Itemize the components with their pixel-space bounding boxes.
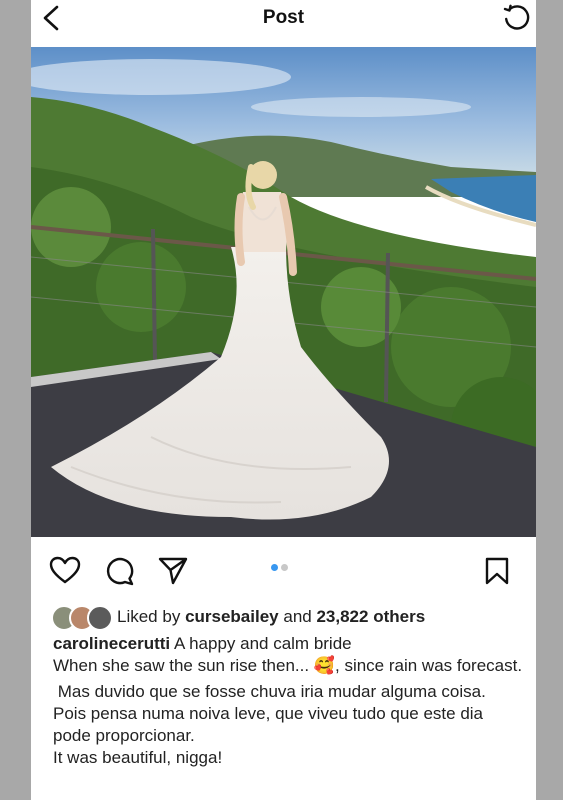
avatar [87, 605, 113, 631]
caption-line1-end: , since rain was forecast. [335, 656, 523, 675]
caption-paragraph-3: It was beautiful, nigga! [53, 748, 223, 767]
post-actions [31, 537, 536, 603]
smiling-hearts-emoji: 🥰 [313, 656, 335, 675]
page-title: Post [262, 7, 305, 28]
heart-icon[interactable] [49, 556, 81, 584]
likes-and: and [283, 607, 312, 626]
caption-username[interactable]: carolinecerutti [53, 634, 170, 653]
refresh-button[interactable] [502, 4, 530, 32]
liker-avatars[interactable] [51, 604, 113, 631]
share-icon[interactable] [158, 557, 188, 585]
wedding-dress-photo [31, 47, 536, 537]
comment-icon[interactable] [105, 556, 135, 586]
caption-headline: A happy and calm bride [173, 634, 352, 653]
refresh-icon [503, 4, 530, 30]
likes-text: Liked by cursebailey and 23,822 others [117, 607, 425, 627]
caption-paragraph-2: Mas duvido que se fosse chuva iria mudar… [53, 682, 491, 745]
top-bar: Post [31, 0, 536, 47]
bookmark-icon[interactable] [485, 557, 509, 585]
carousel-dot [281, 564, 288, 571]
likes-count[interactable]: 23,822 others [316, 607, 425, 626]
post-caption: carolinecerutti A happy and calm bride W… [53, 633, 523, 769]
post-card: Post Liked by cursebailey and 23,822 oth… [31, 0, 536, 800]
post-photo[interactable] [31, 47, 536, 537]
likes-row: Liked by cursebailey and 23,822 others [51, 604, 521, 632]
carousel-dot-active [271, 564, 278, 571]
likes-prefix: Liked by [117, 607, 181, 626]
caption-line1: When she saw the sun rise then... [53, 656, 310, 675]
liker-username[interactable]: cursebailey [185, 607, 279, 626]
